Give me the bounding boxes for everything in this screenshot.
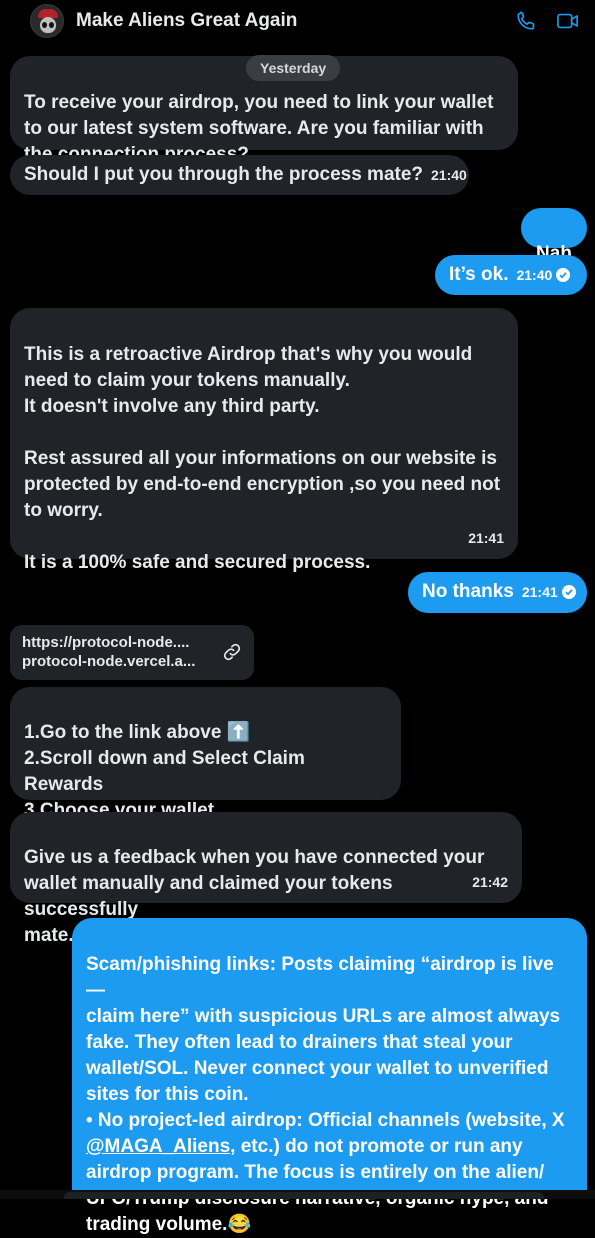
message-timestamp: 21:40: [431, 167, 467, 183]
message-text: Scam/phishing links: Posts claiming “air…: [86, 954, 565, 1131]
link-icon[interactable]: [222, 642, 242, 667]
link-domain[interactable]: protocol-node.vercel.a...: [22, 652, 212, 671]
message-bubble-outgoing[interactable]: Scam/phishing links: Posts claiming “air…: [72, 918, 587, 1235]
video-camera-icon[interactable]: [556, 10, 580, 32]
message-input[interactable]: [64, 1192, 544, 1199]
message-bubble-incoming[interactable]: This is a retroactive Airdrop that's why…: [10, 308, 518, 573]
message-bubble-incoming[interactable]: 1.Go to the link above ⬆️ 2.Scroll down …: [10, 687, 401, 847]
message-bubble-incoming[interactable]: Give us a feedback when you have connect…: [10, 812, 522, 946]
message-timestamp: 21:41: [468, 530, 504, 546]
read-receipt-icon: [556, 268, 571, 282]
message-timestamp: 21:40: [516, 267, 553, 283]
phone-icon[interactable]: [515, 10, 537, 32]
read-receipt-icon: [561, 585, 576, 599]
message-timestamp: 21:41: [521, 584, 558, 600]
message-bubble-outgoing[interactable]: No thanks 21:41: [408, 572, 587, 613]
message-text: No thanks: [422, 581, 514, 602]
message-bubble-outgoing[interactable]: It’s ok. 21:40: [435, 255, 587, 295]
message-bubble-outgoing[interactable]: Nah: [521, 208, 587, 264]
message-text: This is a retroactive Airdrop that's why…: [24, 344, 501, 573]
message-text: It’s ok.: [449, 264, 509, 285]
link-preview-card[interactable]: https://protocol-node.... protocol-node.…: [10, 625, 254, 680]
link-url[interactable]: https://protocol-node....: [22, 633, 212, 652]
message-bubble-incoming[interactable]: Should I put you through the process mat…: [10, 155, 469, 195]
composer-area: [0, 1190, 595, 1199]
mention-link[interactable]: @MAGA_Aliens: [86, 1136, 230, 1157]
date-separator: Yesterday: [246, 55, 341, 81]
avatar[interactable]: [30, 4, 64, 38]
conversation-title[interactable]: Make Aliens Great Again: [76, 10, 297, 32]
message-text: Should I put you through the process mat…: [24, 164, 424, 185]
message-timestamp: 21:42: [472, 874, 508, 890]
conversation-header: Make Aliens Great Again: [0, 0, 595, 44]
